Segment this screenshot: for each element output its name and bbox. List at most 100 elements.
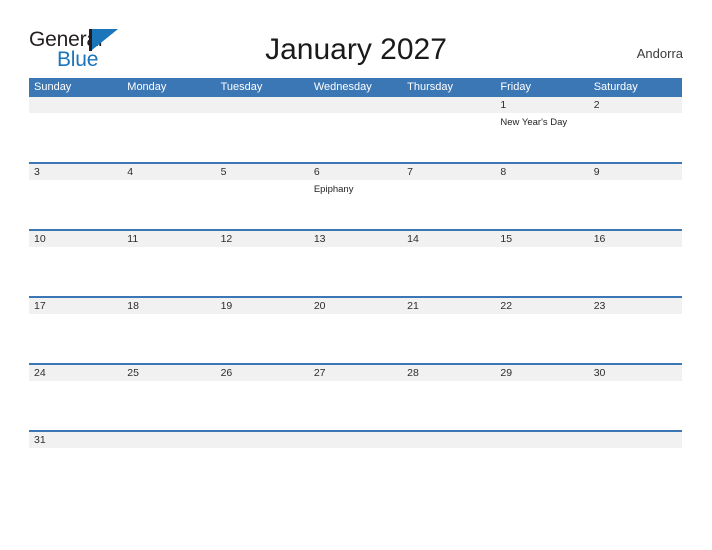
week-days: 10 11 12 13 14 15 16 [29,231,682,296]
day-number [402,97,496,113]
calendar-day-cell-empty [29,97,123,162]
page-header: General Blue January 2027 Andorra [0,0,712,78]
calendar-day-cell[interactable]: 23 [588,298,682,363]
weekday-header-thursday: Thursday [407,81,453,93]
calendar-day-cell[interactable]: 4 [122,164,216,229]
calendar-week-row: 17 18 19 20 21 22 23 [29,296,682,363]
week-days: 3 4 5 6 Epiphany 7 8 9 [29,164,682,229]
day-number: 11 [122,231,216,247]
holiday-event-label: Epiphany [313,184,354,195]
calendar-day-cell[interactable]: 30 [588,365,682,430]
calendar-day-cell-empty [402,97,496,162]
calendar-day-cell[interactable]: 16 [588,231,682,296]
day-number: 4 [122,164,216,180]
day-number: 9 [588,164,682,180]
day-number: 21 [402,298,496,314]
weekday-header-row: Sunday Monday Tuesday Wednesday Thursday… [29,78,682,97]
day-number [215,97,309,113]
day-number: 20 [308,298,403,314]
calendar-day-cell[interactable]: 7 [402,164,496,229]
day-number [402,432,496,448]
calendar-day-cell[interactable]: 31 [29,432,123,461]
calendar-day-cell[interactable]: 19 [215,298,309,363]
calendar-day-cell[interactable]: 2 [588,97,682,162]
holiday-event-label: New Year's Day [500,117,568,128]
calendar-week-row: 24 25 26 27 28 29 30 [29,363,682,430]
calendar-day-cell[interactable]: 29 [495,365,589,430]
day-number: 17 [29,298,123,314]
weekday-header-friday: Friday [500,81,531,93]
calendar-day-cell[interactable]: 1 New Year's Day [495,97,589,162]
calendar-day-cell-empty [215,432,309,461]
calendar-day-cell-empty [495,432,589,461]
day-number: 1 [495,97,589,113]
day-number [308,432,403,448]
day-number [495,432,589,448]
day-number: 3 [29,164,123,180]
day-number: 19 [215,298,309,314]
day-number [588,432,682,448]
calendar-day-cell-empty [308,97,403,162]
calendar-day-cell[interactable]: 24 [29,365,123,430]
calendar-day-cell-empty [402,432,496,461]
weekday-header-tuesday: Tuesday [220,81,263,93]
day-number: 27 [308,365,403,381]
weekday-header-saturday: Saturday [593,81,638,93]
day-number: 15 [495,231,589,247]
day-number: 31 [29,432,123,448]
calendar-day-cell[interactable]: 3 [29,164,123,229]
weekday-header-monday: Monday [127,81,167,93]
day-number: 8 [495,164,589,180]
day-number: 14 [402,231,496,247]
calendar-day-cell-empty [122,97,216,162]
day-number: 26 [215,365,309,381]
calendar-day-cell[interactable]: 9 [588,164,682,229]
day-number: 29 [495,365,589,381]
calendar-day-cell[interactable]: 13 [308,231,403,296]
day-number: 24 [29,365,123,381]
day-number: 18 [122,298,216,314]
day-number: 16 [588,231,682,247]
calendar-week-row: 1 New Year's Day 2 [29,97,682,162]
calendar-day-cell[interactable]: 27 [308,365,403,430]
weekday-header-sunday: Sunday [34,81,72,93]
day-number [215,432,309,448]
calendar-day-cell-empty [122,432,216,461]
calendar-day-cell[interactable]: 18 [122,298,216,363]
day-number: 2 [588,97,682,113]
calendar-day-cell[interactable]: 11 [122,231,216,296]
day-number: 28 [402,365,496,381]
calendar-day-cell-empty [215,97,309,162]
calendar-day-cell[interactable]: 17 [29,298,123,363]
calendar-week-row: 31 [29,430,682,461]
day-number [308,97,403,113]
day-number: 23 [588,298,682,314]
calendar-day-cell[interactable]: 10 [29,231,123,296]
day-number: 10 [29,231,123,247]
day-events: Epiphany [309,180,402,196]
calendar-day-cell-empty [588,432,682,461]
week-days: 1 New Year's Day 2 [29,97,682,162]
weekday-header-wednesday: Wednesday [313,81,372,93]
calendar-week-row: 10 11 12 13 14 15 16 [29,229,682,296]
day-number: 6 [308,164,403,180]
calendar-grid: Sunday Monday Tuesday Wednesday Thursday… [29,78,682,461]
calendar-day-cell[interactable]: 20 [308,298,403,363]
calendar-day-cell[interactable]: 15 [495,231,589,296]
day-number [29,97,123,113]
calendar-day-cell[interactable]: 5 [215,164,309,229]
calendar-day-cell[interactable]: 28 [402,365,496,430]
calendar-day-cell[interactable]: 26 [215,365,309,430]
calendar-day-cell[interactable]: 21 [402,298,496,363]
day-number: 22 [495,298,589,314]
day-number: 25 [122,365,216,381]
calendar-day-cell[interactable]: 8 [495,164,589,229]
day-number: 13 [308,231,403,247]
calendar-day-cell[interactable]: 25 [122,365,216,430]
calendar-day-cell[interactable]: 14 [402,231,496,296]
day-number [122,432,216,448]
week-days: 24 25 26 27 28 29 30 [29,365,682,430]
calendar-day-cell[interactable]: 6 Epiphany [308,164,403,229]
calendar-day-cell[interactable]: 12 [215,231,309,296]
calendar-day-cell[interactable]: 22 [495,298,589,363]
